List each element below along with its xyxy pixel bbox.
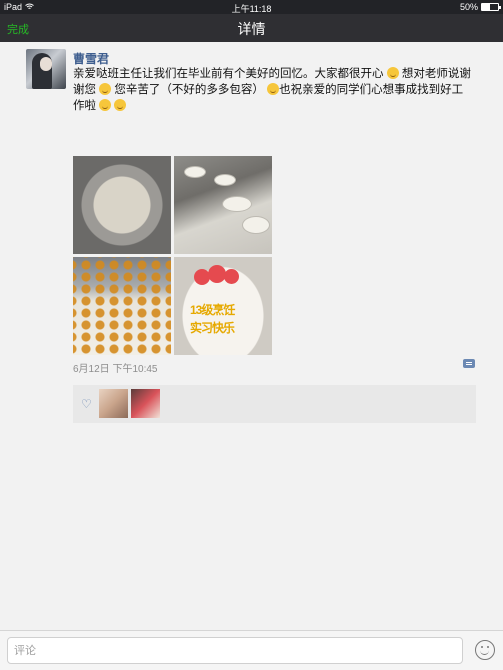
- battery-percent: 50%: [459, 2, 478, 12]
- photo-dumplings[interactable]: [73, 156, 171, 254]
- photo-dishes[interactable]: [174, 156, 272, 254]
- post-text-part: 您辛苦了（不好的多多包容）: [111, 84, 268, 96]
- battery-icon: [481, 3, 501, 11]
- comment-input[interactable]: [7, 637, 463, 664]
- dish-shape: [222, 196, 252, 212]
- moment-detail: 曹雪君 亲爱哒班主任让我们在毕业前有个美好的回忆。大家都很开心 想对老师说谢谢您…: [0, 42, 503, 630]
- likes-section: ♡: [73, 385, 476, 423]
- smile-emoji-icon: [386, 67, 399, 79]
- post-text: 亲爱哒班主任让我们在毕业前有个美好的回忆。大家都很开心 想对老师说谢谢您 您辛苦…: [73, 66, 471, 114]
- smile-emoji-icon: [99, 99, 112, 111]
- rose-decoration: [224, 269, 239, 284]
- page-title: 详情: [237, 21, 266, 37]
- avatar-face: [40, 57, 52, 71]
- liker-avatar[interactable]: [131, 389, 160, 418]
- photo-grid: 13级烹饪 实习快乐: [73, 156, 273, 356]
- photo-pastries[interactable]: [73, 257, 171, 355]
- comment-icon[interactable]: [463, 359, 475, 368]
- navigation-bar: 完成 详情: [0, 14, 503, 42]
- post-text-part: 亲爱哒班主任让我们在毕业前有个美好的回忆。大家都很开心: [73, 68, 387, 80]
- photo-cake[interactable]: 13级烹饪 实习快乐: [174, 257, 272, 355]
- username-link[interactable]: 曹雪君: [73, 50, 109, 67]
- emoji-picker-icon[interactable]: [475, 640, 495, 660]
- cake-text-line: 13级烹饪: [190, 303, 235, 317]
- post-timestamp: 6月12日 下午10:45: [73, 364, 158, 375]
- status-bar: iPad 上午11:18 50%: [0, 0, 503, 14]
- user-avatar[interactable]: [26, 49, 66, 89]
- dish-shape: [242, 216, 270, 234]
- cake-lettering: 13级烹饪 实习快乐: [190, 301, 235, 337]
- kiss-emoji-icon: [99, 83, 112, 95]
- status-right: 50%: [459, 2, 501, 12]
- dish-shape: [184, 166, 206, 178]
- kiss-emoji-icon: [267, 83, 280, 95]
- liker-avatar[interactable]: [99, 389, 128, 418]
- smile-emoji-icon: [114, 99, 127, 111]
- cake-text-line: 实习快乐: [190, 321, 235, 335]
- dish-shape: [214, 174, 236, 186]
- heart-outline-icon: ♡: [81, 397, 92, 411]
- pastry-pattern: [73, 257, 171, 355]
- comment-bar: [0, 630, 503, 670]
